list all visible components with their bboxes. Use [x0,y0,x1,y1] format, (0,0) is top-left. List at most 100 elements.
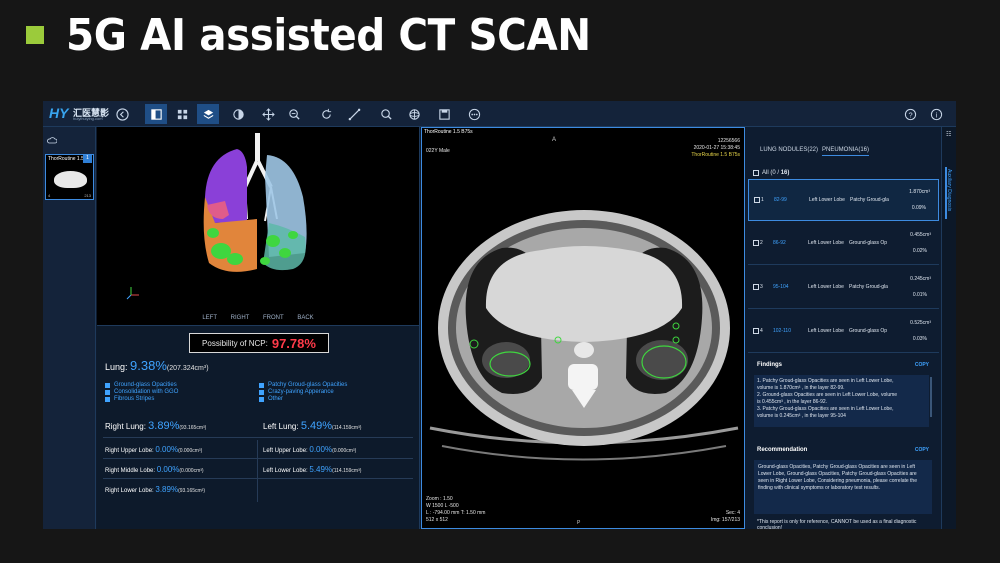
divider [103,478,413,479]
ct-sec: Sec: 4 [725,510,740,516]
ct-slice-info: Sec: 4 Img: 157/213 [711,510,740,524]
series-strip: ThorRoutine 1.5 1 4 213 [43,127,96,529]
lung-label: Lung: [105,362,128,372]
tab-pneumonia[interactable]: PNEUMONIA(16) [822,147,870,156]
right-lung-percent: 3.89% [148,420,180,432]
brand-logo-url: huiyihuiying.com [73,116,103,121]
svg-text:?: ? [908,110,912,119]
select-all-label: All [762,170,769,176]
view-left-button[interactable]: LEFT [202,315,217,321]
slide: 5G AI assisted CT SCAN HY 汇医慧影 huiyihuiy… [0,0,1000,563]
lesion-checkbox[interactable] [753,328,759,334]
contrast-icon[interactable] [227,104,249,124]
recommendation-title: Recommendation [757,447,808,453]
legend-item[interactable]: Patchy Groud-glass Opacities [259,382,347,388]
save-icon[interactable] [433,104,455,124]
series-thumbnail[interactable]: ThorRoutine 1.5 1 4 213 [45,154,94,200]
thumbnail-image [54,171,87,188]
svg-text:i: i [935,110,937,119]
ct-slice-viewer[interactable]: ThorRoutine 1.5 B75s A 022Y Male 1225656… [421,127,745,529]
right-upper-lobe-stat: Right Upper Lobe: 0.00%(0.000cm³) [105,445,203,454]
recommendation-copy-button[interactable]: COPY [915,447,929,453]
legend-checkbox-icon [105,396,110,402]
thumbnail-footer: 4 213 [48,193,91,198]
report-disclaimer: *This report is only for reference, CANN… [757,519,917,529]
select-all-checkbox[interactable] [753,170,759,176]
legend-item[interactable]: Ground-glass Opacities [105,382,177,388]
lesion-checkbox[interactable] [753,240,759,246]
ct-zoom: Zoom : 1.50 [426,496,453,502]
left-upper-lobe-stat: Left Upper Lobe: 0.00%(0.000cm³) [263,445,357,454]
right-lung-stat: Right Lung: 3.89%(93.165cm³) [105,420,207,432]
lesion-checkbox[interactable] [754,197,760,203]
findings-scrollbar[interactable] [930,377,932,417]
auxiliary-diagnosis-tab[interactable]: ☷ Auxiliary Diagnosis [941,127,956,529]
total-lung-stat: Lung: 9.38%(207.324cm³) [105,358,209,373]
layers-icon[interactable] [197,104,219,124]
legend-checkbox-icon [259,396,264,402]
brand-logo: HY [49,105,69,121]
thumbnail-title: ThorRoutine 1.5 [48,156,84,162]
measure-icon[interactable] [343,104,365,124]
tab-lung-nodules[interactable]: LUNG NODULES(22) [760,147,818,153]
info-icon[interactable]: i [925,104,947,124]
thumbnail-left-count: 4 [48,193,51,198]
recommendation-text: Ground-glass Opacities, Patchy Groud-gla… [754,460,932,514]
ct-matrix: 512 x 512 [426,517,448,523]
legend-checkbox-icon [259,382,264,388]
ncp-label: Possibility of NCP: [202,338,268,348]
lung-3d-render [126,133,307,300]
lesion-row[interactable]: 4 102-110 Left Lower Lobe Ground-glass O… [748,311,939,353]
layout-grid-icon[interactable] [171,104,193,124]
thumbnail-right-count: 213 [84,193,91,198]
legend-item[interactable]: Consolidation with GGO [105,389,178,395]
ct-app-window: HY 汇医慧影 huiyihuiying.com ? i ThorRoutine… [43,101,956,529]
more-icon[interactable] [463,104,485,124]
lesion-checkbox[interactable] [753,284,759,290]
divider [103,437,413,438]
back-icon[interactable] [111,104,133,124]
legend-checkbox-icon [259,389,264,395]
left-lower-lobe-stat: Left Lower Lobe: 5.49%(114.159cm³) [263,465,362,474]
findings-text: 1. Patchy Groud-glass Opacities are seen… [754,375,929,427]
lesion-row[interactable]: 1 82-99 Left Lower Lobe Patchy Groud-gla… [748,179,939,221]
zoom-icon[interactable] [283,104,305,124]
lesion-row[interactable]: 3 95-104 Left Lower Lobe Patchy Groud-gl… [748,267,939,309]
ct-window-info: Zoom : 1.50 W 1500 L -500 L : -794.00 mm… [426,496,485,524]
magnifier-icon[interactable] [375,104,397,124]
legend-item[interactable]: Fibrous Stripes [105,396,154,402]
select-all-row[interactable]: All (0 / 16) [753,170,789,176]
findings-title: Findings [757,362,782,368]
ncp-probability-box: Possibility of NCP: 97.78% [189,333,329,353]
view-orientation-buttons: LEFT RIGHT FRONT BACK [97,315,419,321]
cloud-icon[interactable] [47,131,58,144]
view-front-button[interactable]: FRONT [263,315,284,321]
legend-item[interactable]: Other [259,396,283,402]
view-right-button[interactable]: RIGHT [231,315,250,321]
ct-window-level: W 1500 L -500 [426,503,459,509]
rotate-icon[interactable] [315,104,337,124]
3d-render-icon[interactable] [403,104,425,124]
grid-menu-icon[interactable]: ☷ [946,131,951,138]
quantification-panel: Possibility of NCP: 97.78% Lung: 9.38%(2… [97,325,420,529]
lung-percent: 9.38% [130,358,167,373]
findings-copy-button[interactable]: COPY [915,362,929,368]
help-icon[interactable]: ? [899,104,921,124]
view-back-button[interactable]: BACK [297,315,313,321]
right-middle-lobe-stat: Right Middle Lobe: 0.00%(0.000cm³) [105,465,204,474]
toolbar: HY 汇医慧影 huiyihuiying.com ? i [43,101,956,127]
select-all-count: (0 / [770,170,780,176]
right-lower-lobe-stat: Right Lower Lobe: 3.89%(93.165cm³) [105,485,206,494]
left-lung-percent: 5.49% [300,420,333,432]
auxiliary-diagnosis-label: Auxiliary Diagnosis [946,169,952,212]
ncp-value: 97.78% [271,335,316,351]
select-all-total: 16) [780,170,790,176]
lung-3d-viewer[interactable]: LEFT RIGHT FRONT BACK [97,127,420,325]
legend-item[interactable]: Crazy-paving Apperance [259,389,334,395]
ct-orientation-bottom: P [577,520,581,526]
lesion-row[interactable]: 2 86-92 Left Lower Lobe Ground-glass Op … [748,223,939,265]
layout-single-icon[interactable] [145,104,167,124]
legend-checkbox-icon [105,389,110,395]
pan-icon[interactable] [257,104,279,124]
legend-checkbox-icon [105,382,110,388]
